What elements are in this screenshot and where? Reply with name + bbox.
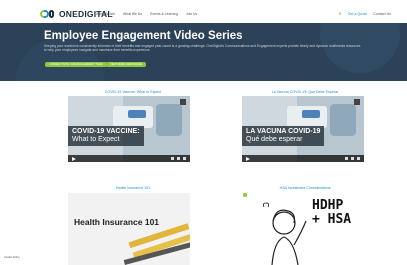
nav-link-events[interactable]: Events & Learning — [150, 12, 178, 16]
volume-icon[interactable] — [345, 157, 348, 160]
video-title[interactable]: HSA Investment Considerations — [240, 186, 370, 190]
volume-icon[interactable] — [171, 157, 174, 160]
video-player[interactable]: Health Insurance 101 — [68, 193, 190, 265]
fullscreen-icon[interactable] — [357, 157, 360, 160]
video-player[interactable]: HDHP + HSA — [244, 193, 366, 265]
video-control-icons — [345, 157, 360, 160]
video-title[interactable]: COVID-19 Vaccine: What to Expect — [68, 90, 198, 94]
page-title: Employee Engagement Video Series — [44, 30, 243, 42]
hero-description: Keeping your workforce consistently info… — [44, 44, 361, 53]
video-controls — [242, 155, 364, 162]
play-icon[interactable] — [72, 156, 76, 161]
video-banner-line1: Health Insurance 101 — [74, 217, 160, 227]
video-player[interactable]: LA VACUNA COVID-19 Qué debe esperar — [242, 96, 364, 162]
nav-links: Who We Are What We Do Events & Learning … — [96, 12, 197, 16]
video-player[interactable]: COVID-19 VACCINE: What to Expect — [68, 96, 190, 162]
video-title[interactable]: La Vacuna COVID-19: Qué Debe Esperar — [240, 90, 370, 94]
video-title[interactable]: Health Insurance 101 — [68, 186, 198, 190]
settings-icon[interactable] — [351, 157, 354, 160]
video-thumbnail-image — [68, 193, 190, 265]
fullscreen-icon[interactable] — [183, 157, 186, 160]
status-dot-icon — [243, 193, 247, 197]
search-icon[interactable]: ⌕ — [339, 11, 342, 17]
share-icon[interactable] — [180, 99, 186, 105]
logo-mark-icon — [40, 9, 56, 19]
settings-icon[interactable] — [177, 157, 180, 160]
nav-right: ⌕ Get a Quote Contact Us — [339, 11, 391, 17]
video-banner-line2: + HSA — [312, 212, 352, 227]
video-controls — [68, 155, 190, 162]
video-banner-line2: Qué debe esperar — [246, 136, 303, 143]
hdhp-hsa-text: HDHP + HSA — [312, 199, 351, 227]
nav-link-join-us[interactable]: Join Us — [186, 12, 197, 16]
cookie-policy-tab[interactable]: Cookie Policy — [4, 256, 20, 259]
share-icon[interactable] — [354, 99, 360, 105]
video-banner-line2: What to Expect — [72, 136, 120, 143]
play-icon[interactable] — [246, 156, 250, 161]
nav-link-who-we-are[interactable]: Who We Are — [96, 12, 115, 16]
contact-us-link[interactable]: Contact Us — [373, 12, 391, 16]
video-banner-line1: COVID-19 VACCINE: — [72, 128, 140, 135]
nav-link-what-we-do[interactable]: What We Do — [123, 12, 142, 16]
video-control-icons — [171, 157, 186, 160]
view-resources-button[interactable]: VIEW MORE RESOURCES — [106, 62, 147, 67]
video-banner: LA VACUNA COVID-19 Qué debe esperar — [242, 126, 325, 146]
get-quote-link[interactable]: Get a Quote — [348, 12, 368, 16]
video-banner-line1: LA VACUNA COVID-19 — [246, 128, 321, 135]
connect-engagement-button[interactable]: CONNECT WITH OUR ENGAGEMENT TEAM — [45, 62, 107, 67]
video-banner: COVID-19 VACCINE: What to Expect — [68, 126, 144, 146]
video-banner-line1: HDHP — [312, 198, 344, 213]
